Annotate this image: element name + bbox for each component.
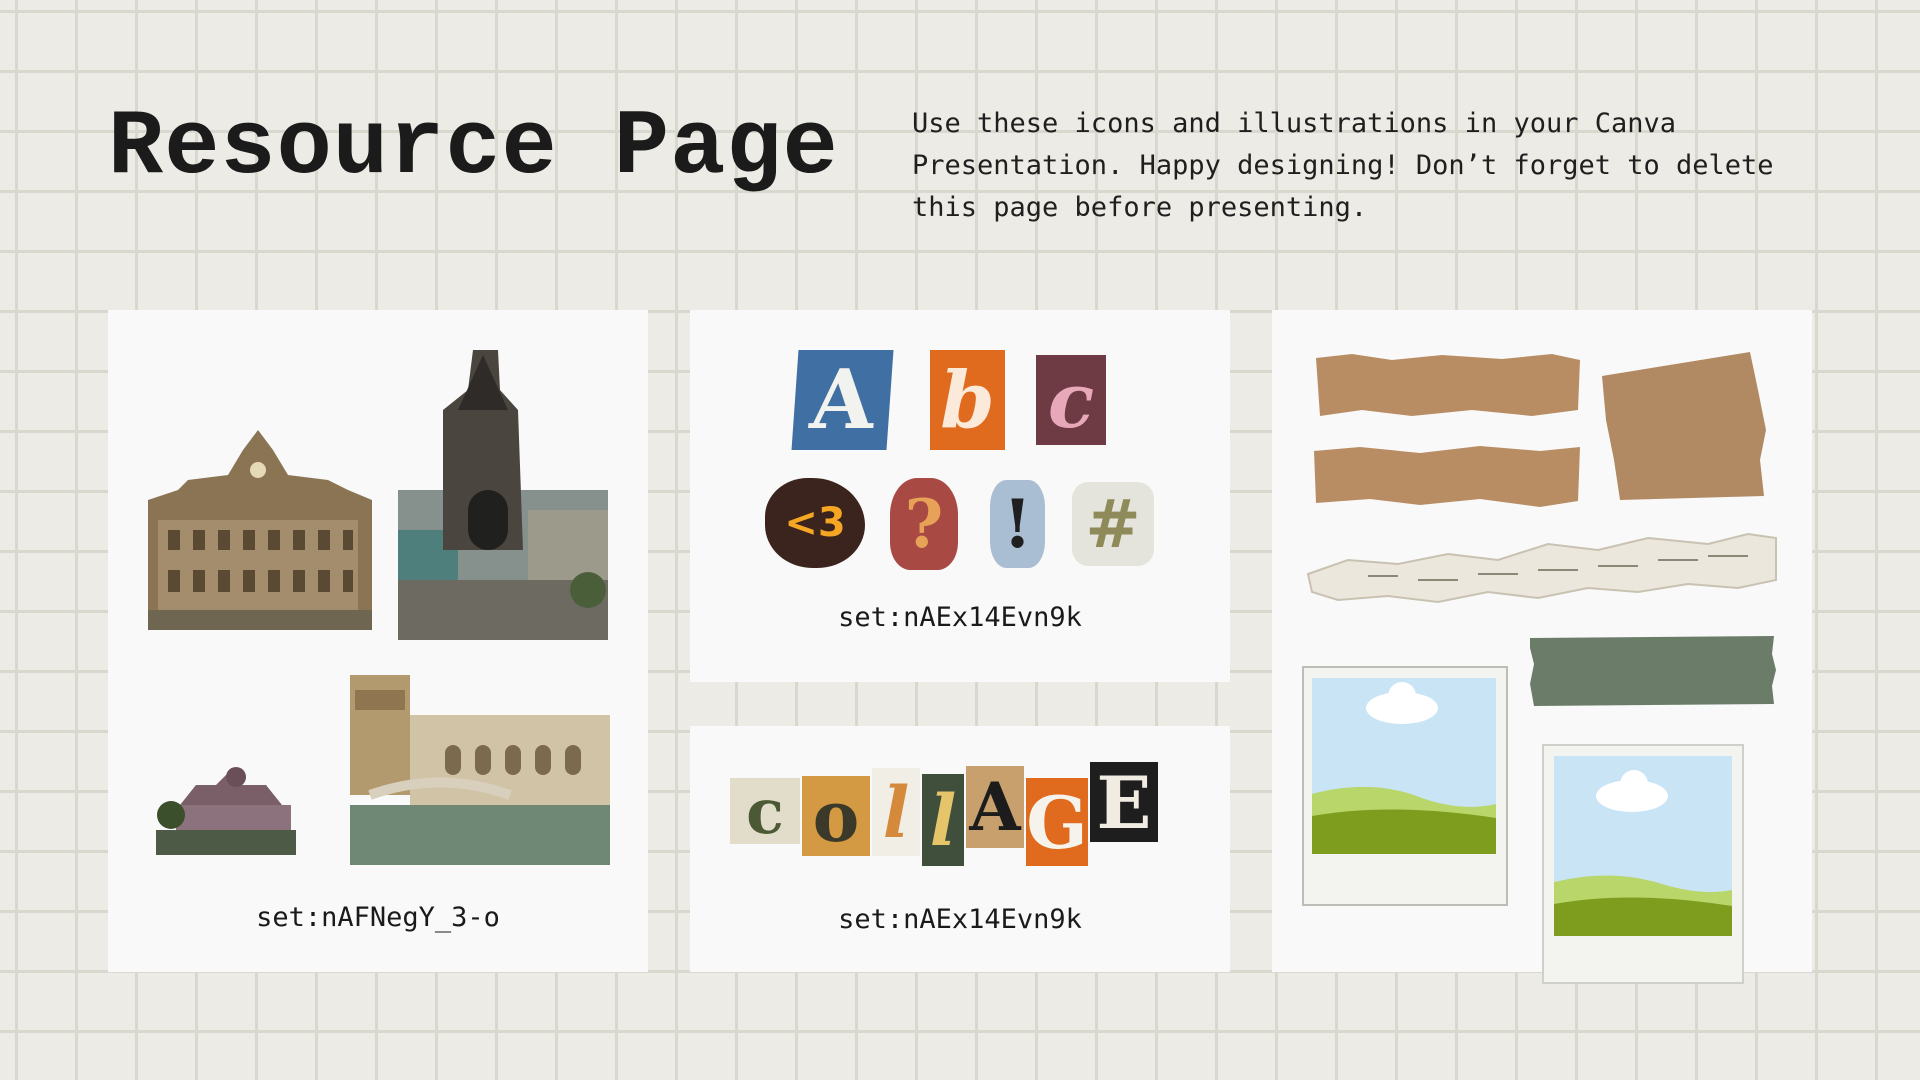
paper-elements-card[interactable] (1272, 310, 1812, 984)
newspaper-torn-strip[interactable] (1306, 530, 1778, 606)
heart-symbol-tile[interactable]: <3 (765, 478, 865, 568)
collage-letter-g[interactable]: G (1026, 778, 1088, 866)
buildings-caption: set:nAFNegY_3-o (256, 902, 500, 933)
collage-letter-l2[interactable]: l (922, 774, 964, 866)
kraft-paper-strip-top[interactable] (1312, 352, 1582, 422)
hash-symbol-tile[interactable]: # (1072, 482, 1154, 566)
town-hall-illustration[interactable] (148, 420, 372, 630)
green-washi-tape[interactable] (1528, 634, 1778, 708)
kraft-paper-square[interactable] (1600, 350, 1770, 502)
collage-card[interactable]: c o l l A G E set:nAEx14Evn9k (690, 726, 1230, 972)
alphabet-caption: set:nAEx14Evn9k (838, 602, 1082, 633)
collage-letter-c[interactable]: c (730, 775, 800, 848)
collage-letter-l1[interactable]: l (872, 768, 920, 856)
letter-b-tile[interactable]: b (930, 350, 1005, 450)
exclamation-symbol-tile[interactable]: ! (990, 480, 1045, 568)
alphabet-card[interactable]: A b c <3 ? ! # set:nAEx14Evn9k (690, 310, 1230, 682)
collage-letter-e[interactable]: E (1090, 760, 1158, 845)
collage-caption: set:nAEx14Evn9k (838, 904, 1082, 935)
photo-frame-right[interactable] (1542, 744, 1744, 984)
venice-canal-illustration[interactable] (350, 675, 610, 865)
palace-lake-illustration[interactable] (156, 755, 296, 855)
photo-frame-left[interactable] (1302, 666, 1508, 906)
bridge-tower-illustration[interactable] (398, 350, 608, 640)
question-symbol-tile[interactable]: ? (890, 478, 958, 570)
letter-c-tile[interactable]: c (1036, 355, 1106, 445)
collage-letter-a[interactable]: A (966, 766, 1024, 848)
kraft-paper-strip-bottom[interactable] (1310, 443, 1582, 513)
buildings-card[interactable]: set:nAFNegY_3-o (108, 310, 648, 972)
collage-letter-o[interactable]: o (802, 775, 870, 858)
page-description: Use these icons and illustrations in you… (912, 108, 1774, 223)
page-title: Resource Page (108, 95, 839, 200)
letter-a-tile[interactable]: A (791, 350, 894, 450)
